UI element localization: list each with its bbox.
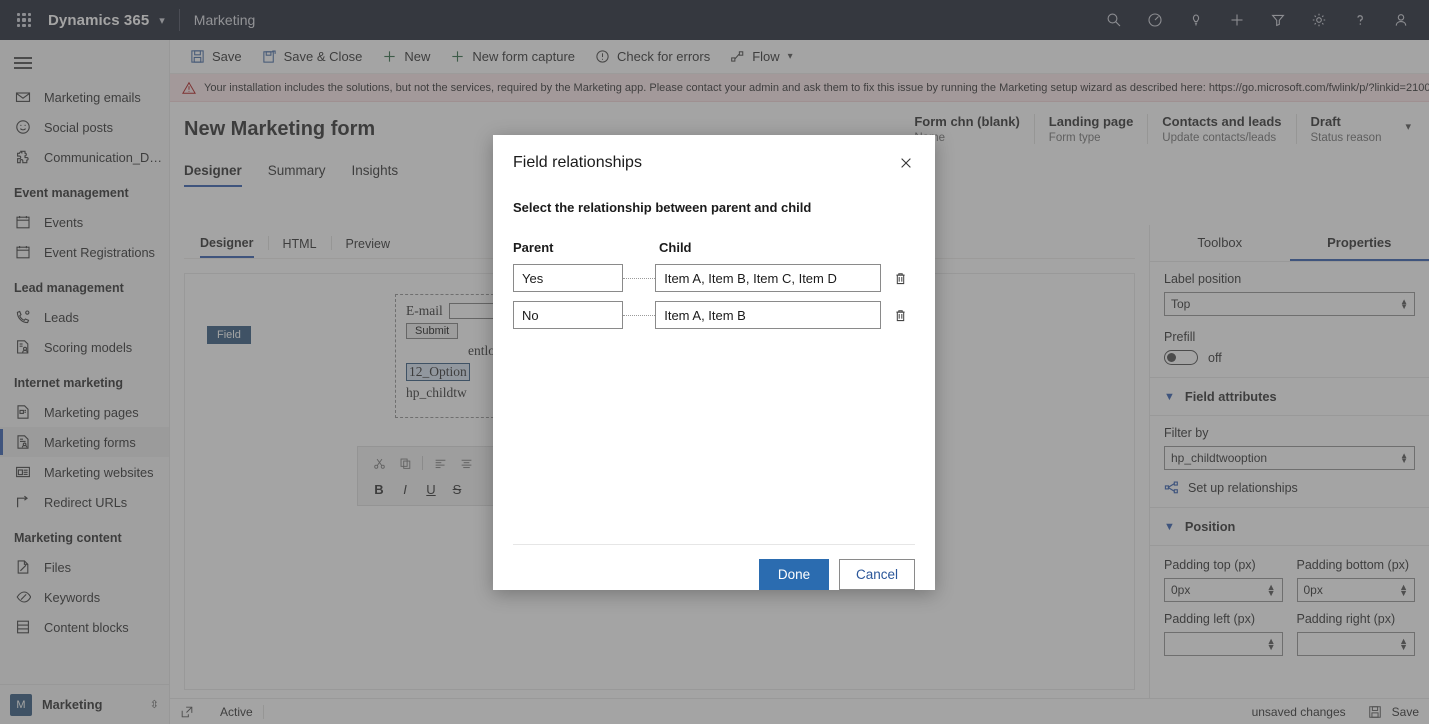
- relationship-column-headers: Parent Child: [513, 240, 915, 255]
- close-icon[interactable]: [893, 150, 919, 176]
- dialog-footer: Done Cancel: [513, 544, 915, 590]
- done-button[interactable]: Done: [758, 559, 829, 590]
- child-input-1[interactable]: Item A, Item B: [655, 301, 881, 329]
- dialog-title: Field relationships: [513, 154, 642, 171]
- relationship-row: No Item A, Item B: [513, 301, 915, 329]
- field-relationships-dialog: Field relationships Select the relations…: [493, 135, 935, 590]
- delete-row-icon[interactable]: [886, 271, 915, 286]
- parent-input-0[interactable]: Yes: [513, 264, 624, 292]
- relationship-row: Yes Item A, Item B, Item C, Item D: [513, 264, 915, 292]
- relationship-rows: Yes Item A, Item B, Item C, Item D No Item …: [513, 264, 915, 329]
- parent-column-header: Parent: [513, 240, 554, 255]
- dialog-header: Field relationships: [493, 135, 935, 180]
- dialog-subtitle: Select the relationship between parent a…: [513, 200, 812, 215]
- relationship-connector: [623, 314, 656, 316]
- dialog-body: Parent Child Yes Item A, Item B, Item C, …: [493, 215, 935, 544]
- cancel-button[interactable]: Cancel: [838, 559, 915, 590]
- child-column-header: Child: [659, 240, 692, 255]
- relationship-connector: [623, 277, 656, 279]
- parent-input-1[interactable]: No: [513, 301, 624, 329]
- child-input-0[interactable]: Item A, Item B, Item C, Item D: [655, 264, 881, 292]
- delete-row-icon[interactable]: [886, 308, 915, 323]
- app-root: Dynamics 365 ▾ Marketing Marketing email…: [0, 0, 1429, 724]
